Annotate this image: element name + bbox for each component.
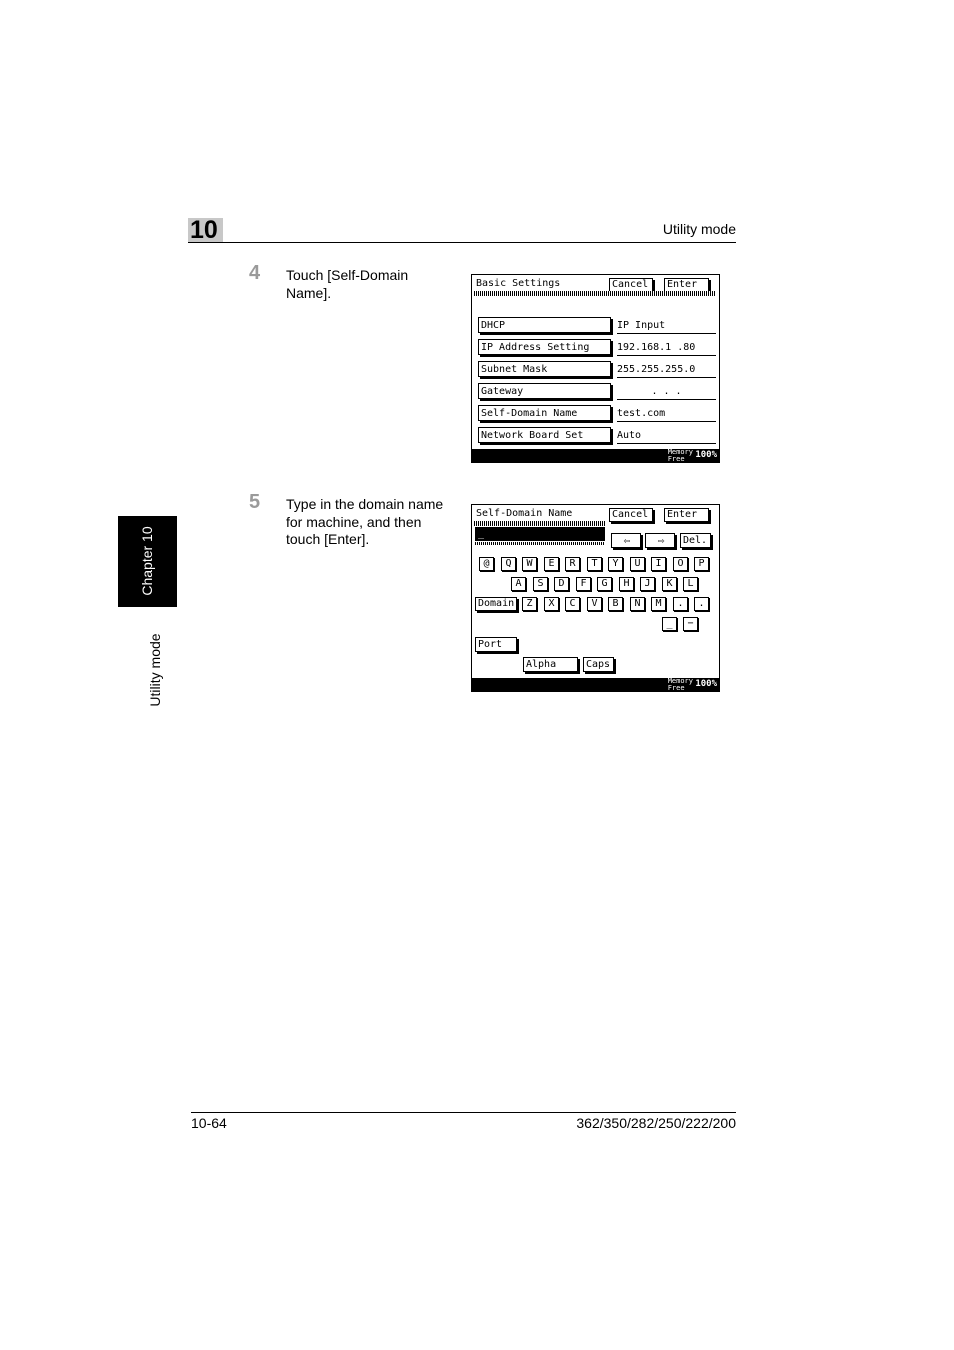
screen-title: Self-Domain Name <box>476 508 573 519</box>
input-underline <box>475 542 605 545</box>
self-domain-name-screen: Self-Domain Name Cancel Enter _ ⇦ ⇨ Del.… <box>471 504 720 692</box>
step-5-text: Type in the domain name for machine, and… <box>286 496 444 547</box>
key-l[interactable]: L <box>683 577 698 591</box>
title-divider <box>474 521 606 526</box>
key-r[interactable]: R <box>565 557 580 571</box>
key-c[interactable]: C <box>565 597 580 611</box>
status-bar: Memory Free 100% <box>472 678 719 691</box>
side-mode-label: Utility mode <box>147 633 163 707</box>
model-numbers: 362/350/282/250/222/200 <box>576 1115 736 1131</box>
key-underscore[interactable]: _ <box>662 617 677 631</box>
screen-title: Basic Settings <box>476 278 561 289</box>
self-domain-name-button[interactable]: Self-Domain Name <box>478 405 611 421</box>
domain-input-field[interactable]: _ <box>475 527 605 541</box>
cancel-button[interactable]: Cancel <box>609 508 653 522</box>
key-v[interactable]: V <box>587 597 602 611</box>
key-b[interactable]: B <box>608 597 623 611</box>
key-period-2[interactable]: . <box>694 597 709 611</box>
key-a[interactable]: A <box>511 577 526 591</box>
key-period-1[interactable]: . <box>673 597 688 611</box>
key-z[interactable]: Z <box>522 597 537 611</box>
dhcp-button[interactable]: DHCP <box>478 317 611 333</box>
key-x[interactable]: X <box>544 597 559 611</box>
alpha-button[interactable]: Alpha <box>523 657 578 672</box>
key-p[interactable]: P <box>694 557 709 571</box>
network-board-set-value: Auto <box>617 429 716 444</box>
key-e[interactable]: E <box>544 557 559 571</box>
network-board-set-button[interactable]: Network Board Set <box>478 427 611 443</box>
key-f[interactable]: F <box>576 577 591 591</box>
step-4-number: 4 <box>249 262 261 284</box>
chapter-number: 10 <box>190 216 218 244</box>
key-w[interactable]: W <box>522 557 537 571</box>
caps-button[interactable]: Caps <box>583 657 614 672</box>
memory-free-value: 100% <box>695 450 717 460</box>
section-title: Utility mode <box>662 221 736 237</box>
key-u[interactable]: U <box>630 557 645 571</box>
subnet-mask-value: 255.255.255.0 <box>617 363 716 378</box>
step-5-number: 5 <box>249 491 261 513</box>
ip-address-setting-button[interactable]: IP Address Setting <box>478 339 611 355</box>
page-number: 10-64 <box>191 1115 227 1131</box>
key-y[interactable]: Y <box>608 557 623 571</box>
cancel-button[interactable]: Cancel <box>609 278 653 292</box>
key-j[interactable]: J <box>640 577 655 591</box>
key-o[interactable]: O <box>673 557 688 571</box>
key-k[interactable]: K <box>662 577 677 591</box>
key-m[interactable]: M <box>651 597 666 611</box>
basic-settings-screen: Basic Settings Cancel Enter DHCP IP Inpu… <box>471 274 720 463</box>
ip-address-value: 192.168.1 .80 <box>617 341 716 356</box>
key-at[interactable]: @ <box>479 557 494 571</box>
gateway-button[interactable]: Gateway <box>478 383 611 399</box>
enter-button[interactable]: Enter <box>664 508 709 522</box>
input-cursor: _ <box>478 528 485 539</box>
delete-button[interactable]: Del. <box>680 533 711 548</box>
key-g[interactable]: G <box>597 577 612 591</box>
memory-free-value: 100% <box>695 679 717 689</box>
title-divider <box>474 291 716 296</box>
key-q[interactable]: Q <box>501 557 516 571</box>
key-t[interactable]: T <box>587 557 602 571</box>
memory-free-label: Memory Free <box>667 677 693 692</box>
left-arrow-icon: ⇦ <box>623 534 631 547</box>
footer-rule <box>191 1112 736 1113</box>
key-i[interactable]: I <box>651 557 666 571</box>
key-hyphen[interactable]: − <box>683 617 698 631</box>
header-rule <box>188 242 736 243</box>
side-chapter-label: Chapter 10 <box>139 526 155 596</box>
dhcp-value: IP Input <box>617 319 716 334</box>
key-h[interactable]: H <box>619 577 634 591</box>
step-4-text: Touch [Self-Domain Name]. <box>286 267 409 301</box>
right-arrow-icon: ⇨ <box>657 534 665 547</box>
enter-button[interactable]: Enter <box>664 278 709 292</box>
key-s[interactable]: S <box>533 577 548 591</box>
domain-button[interactable]: Domain <box>475 597 517 611</box>
status-bar: Memory Free 100% <box>472 449 719 462</box>
cursor-right-button[interactable]: ⇨ <box>645 533 675 548</box>
gateway-value: . . . <box>617 385 716 400</box>
subnet-mask-button[interactable]: Subnet Mask <box>478 361 611 377</box>
port-button[interactable]: Port <box>475 637 517 652</box>
self-domain-name-value: test.com <box>617 407 716 422</box>
key-n[interactable]: N <box>630 597 645 611</box>
key-d[interactable]: D <box>554 577 569 591</box>
memory-free-label: Memory Free <box>667 448 693 463</box>
cursor-left-button[interactable]: ⇦ <box>611 533 641 548</box>
